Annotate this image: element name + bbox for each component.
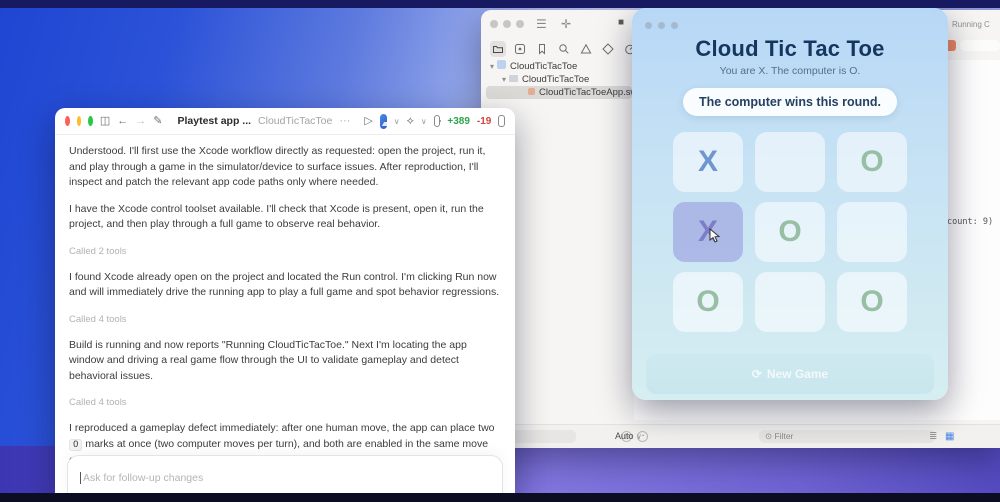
tool-call-summary[interactable]: Called 2 tools [69,246,501,257]
project-navigator-icon[interactable] [490,41,506,57]
scheme-pill[interactable] [960,40,1000,51]
close-icon[interactable] [490,20,498,28]
console-filter-input[interactable]: ⊙ Filter [759,430,935,443]
tictactoe-window: Cloud Tic Tac Toe You are X. The compute… [632,8,948,400]
close-icon[interactable] [65,116,70,126]
assistant-message: Build is running and now reports "Runnin… [69,338,501,385]
tool-call-summary[interactable]: Called 4 tools [69,397,501,408]
zoom-icon[interactable] [516,20,524,28]
tree-project-label: CloudTicTacToe [510,61,577,72]
issue-navigator-icon[interactable] [578,41,594,57]
console-panel-icon[interactable]: ▦ [945,431,954,442]
folder-icon [509,75,518,82]
swift-file-icon [528,88,535,95]
forward-arrow-icon[interactable]: → [135,116,146,127]
board-cell-0-1[interactable] [755,132,825,192]
new-game-button[interactable]: ⟳ New Game [646,354,934,394]
refresh-icon: ⟳ [752,367,762,381]
game-board: X O X O O O [673,132,907,332]
chat-transcript[interactable]: Understood. I'll first use the Xcode wor… [55,135,515,502]
chat-input-placeholder: Ask for follow-up changes [80,472,203,484]
test-navigator-icon[interactable] [600,41,616,57]
stop-button-icon[interactable]: ■ [618,17,624,28]
add-tab-icon[interactable]: ✛ [561,17,571,31]
diff-removed-count: -19 [477,116,491,127]
board-cell-2-1[interactable] [755,272,825,332]
chevron-down-icon[interactable]: ∨ [394,117,400,126]
letterbox-top [0,0,1000,8]
bookmarks-navigator-icon[interactable] [534,41,550,57]
back-arrow-icon[interactable]: ← [117,116,128,127]
console-list-icon[interactable]: ≣ [929,431,937,442]
diff-added-count: +389 [447,116,470,127]
find-navigator-icon[interactable] [556,41,572,57]
chevron-down-icon[interactable]: ▾ [502,75,506,84]
board-cell-2-0[interactable]: O [673,272,743,332]
code-fragment: count: 9) [947,217,993,227]
board-cell-1-2[interactable] [837,202,907,262]
agent-chat-window: ◫ ← → ✎ Playtest app ... CloudTicTacToe … [55,108,515,502]
minimize-icon[interactable] [77,116,82,126]
run-icon[interactable]: ▷ [364,116,372,127]
target-icon[interactable]: ⟡ [407,116,414,127]
board-cell-1-1[interactable]: O [755,202,825,262]
zoom-icon[interactable] [88,116,93,126]
minimize-icon[interactable] [503,20,511,28]
mouse-cursor-icon [709,228,722,244]
assistant-message: I found Xcode already open on the projec… [69,270,501,301]
tree-file-label: CloudTicTacToeApp.swift [539,87,645,98]
board-cell-2-2[interactable]: O [837,272,907,332]
board-cell-1-0[interactable]: X [673,202,743,262]
activity-status-text: Running C [952,20,1000,29]
source-control-icon[interactable] [512,41,528,57]
minimize-icon[interactable] [658,22,665,29]
game-subtitle: You are X. The computer is O. [632,65,948,77]
new-chat-icon[interactable]: ✎ [153,116,162,127]
app-project-icon [497,60,506,69]
board-cell-0-0[interactable]: X [673,132,743,192]
review-panel-icon[interactable] [498,115,505,127]
context-icon[interactable] [434,115,441,127]
chevron-down-icon[interactable]: ▾ [490,62,494,71]
game-status-banner: The computer wins this round. [683,88,897,116]
recents-menu-icon[interactable]: ☰ [536,17,547,31]
chevron-down-icon[interactable]: ∨ [421,117,427,126]
chat-titlebar[interactable]: ◫ ← → ✎ Playtest app ... CloudTicTacToe … [55,108,515,135]
assistant-message: Understood. I'll first use the Xcode wor… [69,144,501,191]
model-chip-icon[interactable] [380,114,387,129]
game-title: Cloud Tic Tac Toe [632,36,948,62]
desktop: ☰ ✛ ■ ▾ CloudTicTacToe [0,0,1000,502]
variables-scope-select[interactable]: Auto ∨ [615,431,642,441]
sidebar-toggle-icon[interactable]: ◫ [100,116,110,127]
close-icon[interactable] [645,22,652,29]
inline-code-chip: O [69,439,82,451]
tool-call-summary[interactable]: Called 4 tools [69,314,501,325]
tab-project[interactable]: CloudTicTacToe [258,115,332,127]
zoom-icon[interactable] [671,22,678,29]
tab-playtest[interactable]: Playtest app ... [178,115,252,127]
overflow-menu-icon[interactable]: ⋯ [339,116,350,127]
letterbox-bottom [0,493,1000,502]
tree-group-label: CloudTicTacToe [522,74,589,85]
board-cell-0-2[interactable]: O [837,132,907,192]
debug-bar: lter ◷ ◔ Auto ∨ ⊙ Filter ≣ ▦ [481,424,1000,448]
assistant-message: I have the Xcode control toolset availab… [69,202,501,233]
